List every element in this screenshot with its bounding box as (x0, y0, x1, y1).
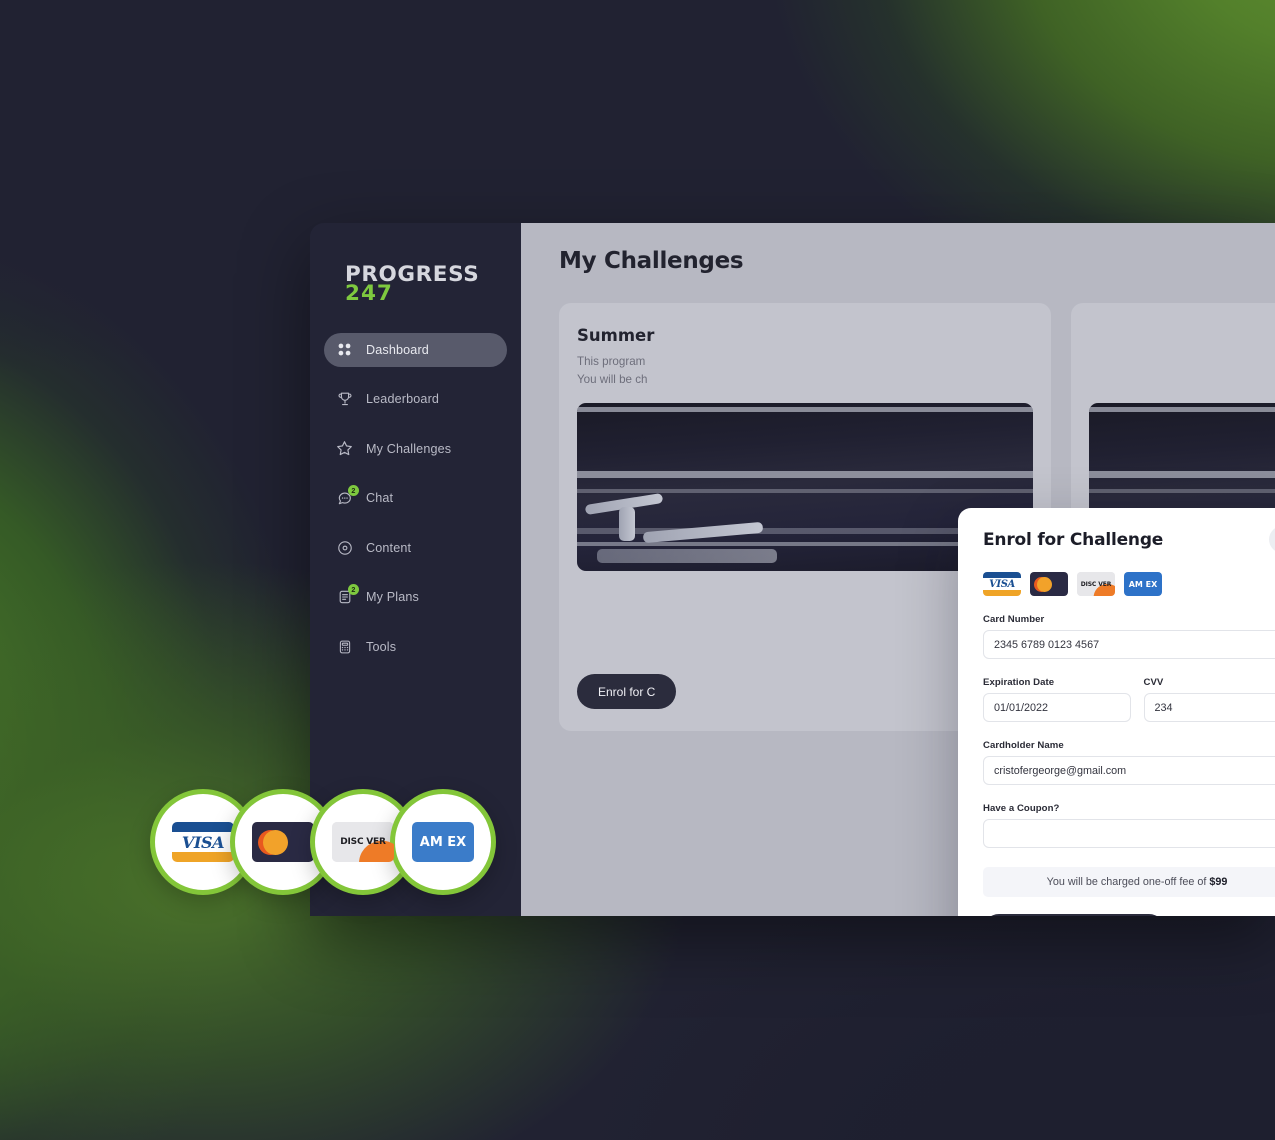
cvv-field-group: CVV (1143, 677, 1275, 722)
cardholder-field-group: Cardholder Name (983, 740, 1275, 785)
desc-line-1: This program (577, 355, 646, 368)
visa-logo: VISA (983, 572, 1021, 596)
calculator-icon (336, 638, 353, 655)
sidebar-item-my-plans[interactable]: 2 My Plans (324, 580, 507, 614)
visa-label: VISA (989, 578, 1015, 590)
card-number-field-group: Card Number (983, 614, 1275, 659)
card-number-input[interactable] (983, 630, 1275, 659)
coupon-field-group: Have a Coupon? (983, 803, 1275, 848)
expiry-cvv-row: Expiration Date CVV (983, 677, 1275, 722)
mastercard-logo (1030, 572, 1068, 596)
sidebar-item-label: Content (366, 540, 412, 555)
fee-amount: $99 (1209, 876, 1228, 888)
sidebar-item-chat[interactable]: 2 Chat (324, 481, 507, 515)
fee-notice: You will be charged one-off fee of $99 (983, 867, 1275, 897)
discover-badge-label: DISC VER (340, 837, 386, 847)
desc-line-2: You will be ch (577, 372, 648, 386)
sidebar-item-label: Leaderboard (366, 392, 440, 407)
challenge-card-title: Summer (577, 326, 655, 345)
sidebar-item-label: Tools (366, 639, 397, 654)
enroll-for-challenge-button[interactable]: Enroll for Challenge (983, 914, 1166, 916)
sidebar-item-my-challenges[interactable]: My Challenges (324, 432, 507, 466)
challenge-enrol-button[interactable]: Enrol for C (577, 674, 677, 709)
sidebar-item-tools[interactable]: Tools (324, 630, 507, 664)
floating-card-badges: VISA DISC VER AM EX (150, 789, 496, 895)
cardholder-input[interactable] (983, 756, 1275, 785)
cvv-input[interactable] (1143, 693, 1275, 722)
sidebar-item-label: My Plans (366, 590, 419, 605)
expiration-label: Expiration Date (983, 677, 1055, 688)
sidebar-item-label: Dashboard (366, 342, 429, 357)
discover-label: DISC VER (1080, 580, 1112, 588)
expiration-field-group: Expiration Date (983, 677, 1131, 722)
chat-bubble-icon: 2 (336, 484, 359, 507)
modal-title: Enrol for Challenge (983, 530, 1164, 550)
chat-unread-badge: 2 (348, 484, 359, 496)
logo-text-secondary: 247 (345, 280, 393, 306)
sidebar-nav: Dashboard Leaderboard My Challenges 2 Ch… (310, 332, 521, 664)
discover-logo: DISC VER (1077, 572, 1115, 596)
my-plans-badge: 2 (348, 583, 359, 595)
amex-label: AM EX (1128, 579, 1158, 589)
sidebar-item-content[interactable]: Content (324, 531, 507, 565)
expiration-input[interactable] (983, 693, 1131, 722)
grid-icon (336, 341, 353, 358)
cvv-label: CVV (1143, 677, 1164, 688)
amex-badge: AM EX (390, 789, 496, 895)
sidebar-item-label: My Challenges (366, 441, 452, 456)
page-title: My Challenges (559, 248, 744, 274)
enrol-modal: Enrol for Challenge VISA DISC VER AM EX … (958, 508, 1275, 916)
amex-logo: AM EX (1124, 572, 1162, 596)
sidebar-item-leaderboard[interactable]: Leaderboard (324, 382, 507, 416)
amex-badge-label: AM EX (419, 834, 467, 850)
fee-text: You will be charged one-off fee of (1046, 876, 1207, 888)
challenge-card-description: This program You will be ch (577, 353, 647, 389)
play-circle-icon (336, 539, 353, 556)
trophy-icon (336, 391, 353, 408)
visa-badge-label: VISA (181, 832, 225, 852)
sidebar-item-label: Chat (366, 491, 394, 506)
cardholder-label: Cardholder Name (983, 740, 1064, 751)
logo-text-primary: PROGRESS (345, 262, 480, 287)
coupon-label: Have a Coupon? (983, 803, 1060, 814)
card-number-label: Card Number (983, 614, 1045, 625)
star-icon (336, 440, 353, 457)
sidebar-item-dashboard[interactable]: Dashboard (324, 332, 507, 367)
app-logo[interactable]: PROGRESS 247 (310, 262, 521, 306)
page-background: PROGRESS 247 Dashboard Leaderboard My Ch… (0, 0, 1275, 1140)
document-icon: 2 (336, 583, 359, 606)
accepted-card-logos: VISA DISC VER AM EX (983, 572, 1275, 596)
coupon-input[interactable] (983, 819, 1275, 848)
